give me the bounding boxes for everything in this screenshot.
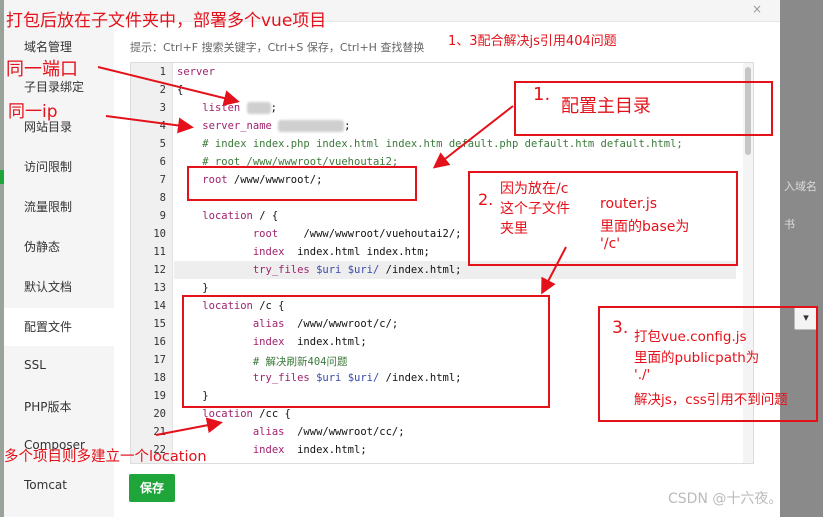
code-line[interactable]: listen ;: [177, 102, 277, 114]
line-number: 13: [153, 282, 166, 294]
annotation-root-box: [187, 166, 417, 201]
sidebar-item-traffic-limit[interactable]: 流量限制: [24, 198, 72, 215]
annotation-same-port: 同一端口: [6, 59, 78, 80]
sidebar-item-default-doc[interactable]: 默认文档: [24, 278, 72, 295]
line-number: 5: [159, 138, 166, 150]
annotation-bottom-note: 多个项目则多建立一个location: [4, 449, 207, 465]
annotation-box2-line2: 这个子文件: [500, 201, 570, 217]
annotation-box3-line3: './': [634, 367, 651, 383]
line-number: 16: [153, 336, 166, 348]
sidebar-item-domain[interactable]: 域名管理: [24, 38, 72, 55]
sidebar-item-php-version[interactable]: PHP版本: [24, 398, 72, 415]
line-number: 18: [153, 372, 166, 384]
background-peek-text: 书: [784, 218, 795, 231]
line-number: 3: [159, 102, 166, 114]
line-number-gutter: 1 2 3 4 5 6 7 8 9 10 11 12 13 14 15 16 17 18 19 20 21 22: [131, 63, 173, 463]
line-number: 8: [159, 192, 166, 204]
code-line[interactable]: alias /www/wwwroot/cc/;: [177, 426, 405, 438]
annotation-top-note: 1、3配合解决js引用404问题: [448, 34, 617, 49]
line-number: 19: [153, 390, 166, 402]
annotation-box3-number: 3.: [612, 318, 629, 338]
close-icon[interactable]: ×: [752, 2, 762, 16]
annotation-box2-line1: 因为放在/c: [500, 181, 569, 197]
watermark: CSDN @十六夜。: [668, 491, 783, 507]
code-line[interactable]: server: [177, 66, 215, 78]
code-line[interactable]: root /www/wwwroot/vuehoutai2/;: [177, 228, 462, 240]
sidebar-item-ssl[interactable]: SSL: [24, 358, 46, 372]
redacted-server-name: [278, 120, 345, 132]
annotation-box3-line2: 里面的publicpath为: [634, 350, 760, 366]
sidebar-item-access-limit[interactable]: 访问限制: [24, 158, 72, 175]
annotation-box2-right1: router.js: [600, 196, 658, 212]
code-line[interactable]: try_files $uri $uri/ /index.html;: [177, 264, 462, 276]
code-line[interactable]: {: [177, 84, 183, 96]
code-line[interactable]: server_name ;: [177, 120, 351, 132]
sidebar-item-config-file[interactable]: 配置文件: [24, 318, 72, 335]
annotation-box3-line1: 打包vue.config.js: [634, 329, 747, 345]
code-line[interactable]: }: [177, 282, 208, 294]
save-button[interactable]: 保存: [129, 474, 175, 502]
annotation-same-ip: 同一ip: [8, 102, 58, 122]
code-line[interactable]: # index index.php index.html index.htm d…: [177, 138, 682, 150]
line-number: 11: [153, 246, 166, 258]
annotation-box1-number: 1.: [533, 84, 551, 105]
line-number: 1: [159, 66, 166, 78]
annotation-box2-line3: 夹里: [500, 221, 528, 237]
redacted-port: [246, 102, 271, 114]
code-line[interactable]: index index.html index.htm;: [177, 246, 430, 258]
annotation-box1-text: 配置主目录: [561, 96, 651, 117]
annotation-box2-number: 2.: [478, 190, 494, 209]
sidebar-item-tomcat[interactable]: Tomcat: [24, 478, 67, 492]
line-number: 6: [159, 156, 166, 168]
code-line[interactable]: location / {: [177, 210, 278, 222]
line-number: 15: [153, 318, 166, 330]
line-number: 21: [153, 426, 166, 438]
line-number: 4: [159, 120, 166, 132]
background-right-overlay: 入域名 书 ▾: [780, 0, 823, 517]
annotation-title: 打包后放在子文件夹中，部署多个vue项目: [6, 11, 327, 31]
line-number: 9: [159, 210, 166, 222]
background-peek-text: 入域名: [784, 180, 817, 193]
sidebar-item-rewrite[interactable]: 伪静态: [24, 238, 60, 255]
annotation-box2-right3: '/c': [600, 236, 621, 252]
annotation-box3-line4: 解决js，css引用不到问题: [634, 392, 788, 408]
editor-hint: 提示：Ctrl+F 搜索关键字，Ctrl+S 保存，Ctrl+H 查找替换: [130, 41, 425, 54]
line-number: 14: [153, 300, 166, 312]
line-number: 2: [159, 84, 166, 96]
line-number: 12: [153, 264, 166, 276]
line-number: 20: [153, 408, 166, 420]
code-line[interactable]: location /cc {: [177, 408, 291, 420]
line-number: 17: [153, 354, 166, 366]
line-number: 10: [153, 228, 166, 240]
annotation-box2-right2: 里面的base为: [600, 219, 690, 235]
annotation-location-c-box: [182, 295, 550, 408]
line-number: 7: [159, 174, 166, 186]
